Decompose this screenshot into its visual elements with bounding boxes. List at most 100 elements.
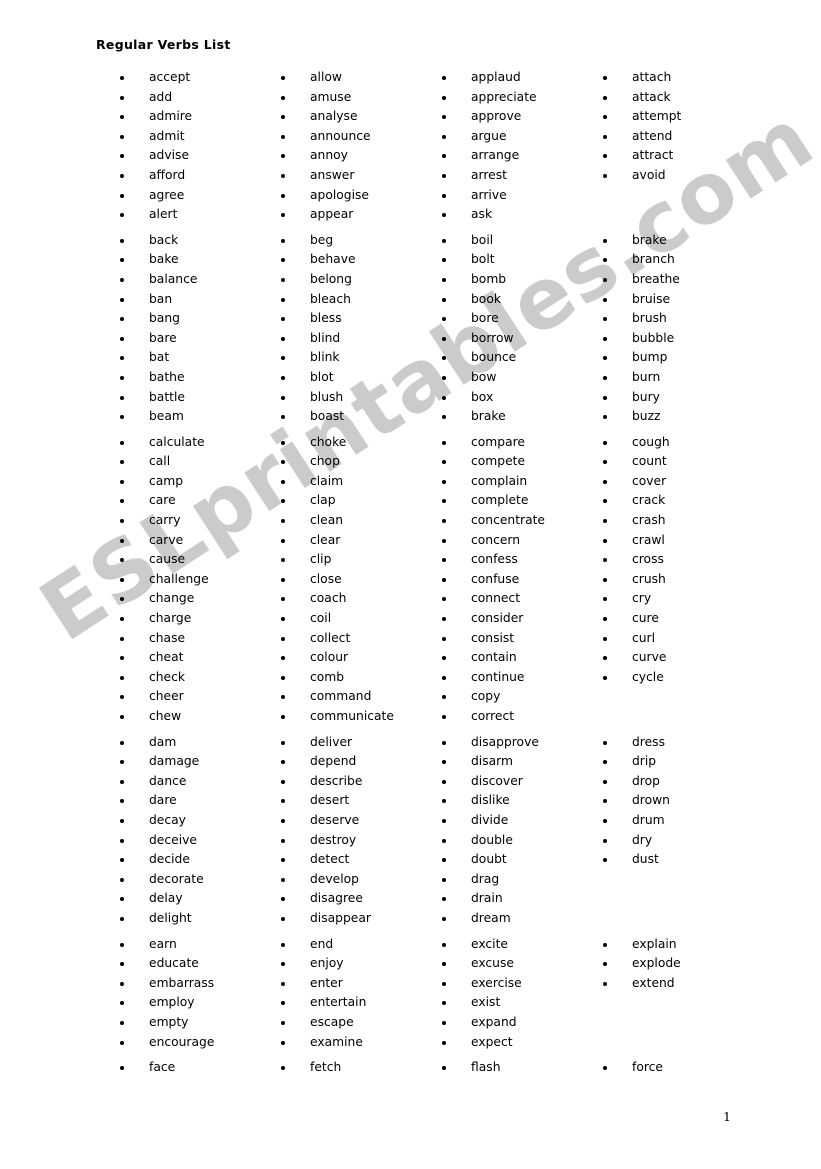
verb-list-item: divide <box>435 811 596 831</box>
verb-list-item: brush <box>596 309 757 329</box>
verb-list: end enjoy enter entertain escape examine <box>274 935 435 1053</box>
verb-list-item: brake <box>596 231 757 251</box>
verb-list-item: drag <box>435 870 596 890</box>
verb-list-item: compete <box>435 452 596 472</box>
verb-list-item: deliver <box>274 733 435 753</box>
verb-list-item: blink <box>274 348 435 368</box>
verb-list-item: dance <box>113 772 274 792</box>
verb-list: brake branch breathe bruise brush bubble bump b… <box>596 231 757 427</box>
verb-group: accept add admire admit advise afford agree ale… <box>0 68 821 225</box>
verb-list-item: comb <box>274 668 435 688</box>
verb-list-item: complete <box>435 491 596 511</box>
verb-list-item: expect <box>435 1033 596 1053</box>
verb-list-item: appreciate <box>435 88 596 108</box>
verb-list-item: change <box>113 589 274 609</box>
verb-list-item: bolt <box>435 250 596 270</box>
verb-column: attach attack attempt attend attract avoid <box>596 68 757 186</box>
verb-list-item: choke <box>274 433 435 453</box>
verb-column: choke chop claim clap clean clear clip close coa… <box>274 433 435 727</box>
verb-list-item: confess <box>435 550 596 570</box>
verb-list-item: challenge <box>113 570 274 590</box>
verb-list-item: bleach <box>274 290 435 310</box>
verb-list-item: care <box>113 491 274 511</box>
verb-list-item: bruise <box>596 290 757 310</box>
verb-list: earn educate embarrass employ empty encourage <box>113 935 274 1053</box>
verb-list-item: carve <box>113 531 274 551</box>
verb-list-item: concentrate <box>435 511 596 531</box>
verb-list-item: delight <box>113 909 274 929</box>
verb-list-item: escape <box>274 1013 435 1033</box>
verb-list: disapprove disarm discover dislike divide dou… <box>435 733 596 929</box>
verb-list-item: crash <box>596 511 757 531</box>
verb-column: boil bolt bomb book bore borrow bounce bow box br… <box>435 231 596 427</box>
verb-list-item: afford <box>113 166 274 186</box>
verb-list-item: answer <box>274 166 435 186</box>
verb-list-item: drown <box>596 791 757 811</box>
verb-column: brake branch breathe bruise brush bubble bump b… <box>596 231 757 427</box>
verb-list-item: curve <box>596 648 757 668</box>
verb-list-item: dry <box>596 831 757 851</box>
verb-list-item: claim <box>274 472 435 492</box>
verb-list-item: cross <box>596 550 757 570</box>
verb-list-item: dream <box>435 909 596 929</box>
verb-list-item: cycle <box>596 668 757 688</box>
verb-list-item: chop <box>274 452 435 472</box>
verb-list-item: check <box>113 668 274 688</box>
verb-list-item: dare <box>113 791 274 811</box>
verb-list-item: appear <box>274 205 435 225</box>
verb-list-item: bounce <box>435 348 596 368</box>
verb-list-item: deserve <box>274 811 435 831</box>
verb-list: fetch <box>274 1058 435 1078</box>
verb-list-item: approve <box>435 107 596 127</box>
verb-column: flash <box>435 1058 596 1078</box>
verb-list-item: beg <box>274 231 435 251</box>
verb-list-item: ban <box>113 290 274 310</box>
verb-list-item: bubble <box>596 329 757 349</box>
verb-list-item: book <box>435 290 596 310</box>
verb-list-item: complain <box>435 472 596 492</box>
verb-list-item: bury <box>596 388 757 408</box>
verb-group: back bake balance ban bang bare bat bathe battle… <box>0 231 821 427</box>
verb-list-item: breathe <box>596 270 757 290</box>
verb-list-item: expand <box>435 1013 596 1033</box>
verb-list-item: carry <box>113 511 274 531</box>
verb-list: excite excuse exercise exist expand expect <box>435 935 596 1053</box>
verb-list-item: destroy <box>274 831 435 851</box>
verb-list-item: cover <box>596 472 757 492</box>
verb-list-item: boil <box>435 231 596 251</box>
verb-list-item: cause <box>113 550 274 570</box>
verb-group-columns: back bake balance ban bang bare bat bathe battle… <box>0 231 821 427</box>
verb-list-item: entertain <box>274 993 435 1013</box>
verb-list: accept add admire admit advise afford agree ale… <box>113 68 274 225</box>
verb-column: fetch <box>274 1058 435 1078</box>
verb-list-item: clear <box>274 531 435 551</box>
verb-list-item: employ <box>113 993 274 1013</box>
verb-list-item: brake <box>435 407 596 427</box>
verb-list-item: applaud <box>435 68 596 88</box>
page-title: Regular Verbs List <box>96 37 231 53</box>
verb-list-item: clip <box>274 550 435 570</box>
verb-list-item: cheat <box>113 648 274 668</box>
verb-list-item: argue <box>435 127 596 147</box>
verb-list-item: explode <box>596 954 757 974</box>
verb-list-item: avoid <box>596 166 757 186</box>
verb-list-item: communicate <box>274 707 435 727</box>
verb-list-item: bathe <box>113 368 274 388</box>
verb-list-item: colour <box>274 648 435 668</box>
verb-column: force <box>596 1058 757 1078</box>
verb-list-item: educate <box>113 954 274 974</box>
verb-list-item: earn <box>113 935 274 955</box>
page-number: 1 <box>723 1109 731 1124</box>
verb-list-item: disarm <box>435 752 596 772</box>
verb-list-item: bomb <box>435 270 596 290</box>
verb-list-item: borrow <box>435 329 596 349</box>
verb-list-item: disappear <box>274 909 435 929</box>
verb-group-columns: earn educate embarrass employ empty encourage… <box>0 935 821 1053</box>
verb-group-columns: face fetch flash force <box>0 1058 821 1078</box>
verb-list-item: advise <box>113 146 274 166</box>
verb-list: boil bolt bomb book bore borrow bounce bow box br… <box>435 231 596 427</box>
verb-list-item: drip <box>596 752 757 772</box>
verb-list-item: call <box>113 452 274 472</box>
verb-list: flash <box>435 1058 596 1078</box>
verb-list-item: disagree <box>274 889 435 909</box>
